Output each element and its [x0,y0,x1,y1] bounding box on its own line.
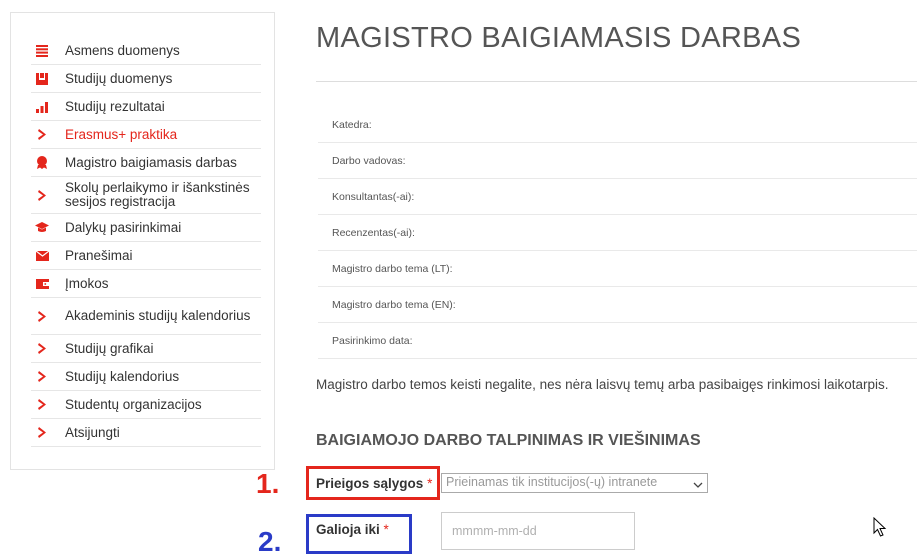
field-tema-en: Magistro darbo tema (EN): [318,287,917,323]
sidebar-item-label: Atsijungti [65,424,120,440]
access-select[interactable]: Prieinamas tik institucijos(-ų) intranet… [441,473,708,493]
graduation-cap-icon [35,221,49,235]
sidebar-item-studiju-duomenys[interactable]: Studijų duomenys [31,65,261,93]
sidebar-item-atsijungti[interactable]: Atsijungti [31,419,261,447]
sidebar-item-label: Asmens duomenys [65,42,180,58]
field-katedra: Katedra: [318,107,917,143]
sidebar-item-skolu-perlaikymo[interactable]: Skolų perlaikymo ir išankstinės sesijos … [31,177,261,214]
mouse-cursor-icon [873,516,887,542]
sidebar-item-studentu-organizacijos[interactable]: Studentų organizacijos [31,391,261,419]
sidebar-item-label: Studijų rezultatai [65,98,165,114]
chevron-right-icon [35,370,49,384]
sidebar-item-label: Studijų kalendorius [65,368,180,384]
field-tema-lt: Magistro darbo tema (LT): [318,251,917,287]
bar-chart-icon [35,100,49,114]
sidebar-item-label: Studijų duomenys [65,70,173,86]
section-title: BAIGIAMOJO DARBO TALPINIMAS IR VIEŠINIMA… [316,432,701,449]
sidebar-item-label: Akademinis studijų kalendorius [65,308,251,323]
book-icon [35,72,49,86]
chevron-down-icon [693,478,703,492]
page-title: MAGISTRO BAIGIAMASIS DARBAS [316,22,802,54]
sidebar-item-studiju-rezultatai[interactable]: Studijų rezultatai [31,93,261,121]
wallet-icon [35,277,49,291]
sidebar-item-asmens-duomenys[interactable]: Asmens duomenys [31,37,261,65]
required-mark: * [427,476,433,491]
chevron-right-icon [35,342,49,356]
chevron-right-icon [35,188,49,202]
envelope-icon [35,249,49,263]
sidebar-item-label: Skolų perlaikymo ir išankstinės sesijos … [65,180,250,209]
access-label-text: Prieigos sąlygos [316,476,424,491]
sidebar-item-erasmus-praktika[interactable]: Erasmus+ praktika [31,121,261,149]
valid-until-label-text: Galioja iki [316,522,380,537]
access-label: Prieigos sąlygos * [316,476,432,491]
field-konsultantas: Konsultantas(-ai): [318,179,917,215]
sidebar-item-pranesimai[interactable]: Pranešimai [31,242,261,270]
sidebar-item-label: Pranešimai [65,247,133,263]
sidebar-item-studiju-kalendorius[interactable]: Studijų kalendorius [31,363,261,391]
award-icon [35,156,49,170]
field-darbo-vadovas: Darbo vadovas: [318,143,917,179]
sidebar-item-magistro-baigiamasis-darbas[interactable]: Magistro baigiamasis darbas [31,149,261,177]
divider [316,81,917,82]
sidebar-item-studiju-grafikai[interactable]: Studijų grafikai [31,335,261,363]
sidebar-item-label: Magistro baigiamasis darbas [65,154,237,170]
sidebar-item-label: Dalykų pasirinkimai [65,219,182,235]
sidebar-item-imokos[interactable]: Įmokos [31,270,261,298]
notice-text: Magistro darbo temos keisti negalite, ne… [316,377,889,392]
access-select-value: Prieinamas tik institucijos(-ų) intranet… [446,475,658,489]
sidebar-menu: Asmens duomenys Studijų duomenys Studijų… [31,37,261,447]
valid-until-label: Galioja iki * [316,522,389,537]
annotation-marker-2: 2. [258,526,282,557]
list-icon [35,44,49,58]
sidebar-item-label: Erasmus+ praktika [65,126,178,142]
field-recenzentas: Recenzentas(-ai): [318,215,917,251]
chevron-right-icon [35,426,49,440]
sidebar-item-label: Studentų organizacijos [65,396,202,412]
valid-until-date-input[interactable] [441,512,635,550]
sidebar-item-label: Studijų grafikai [65,340,154,356]
chevron-right-icon [35,398,49,412]
sidebar-item-akademinis-kalendorius[interactable]: Akademinis studijų kalendorius [31,298,261,335]
sidebar-item-dalyku-pasirinkimai[interactable]: Dalykų pasirinkimai [31,214,261,242]
thesis-info-list: Katedra: Darbo vadovas: Konsultantas(-ai… [318,107,917,359]
required-mark: * [383,522,389,537]
chevron-right-icon [35,128,49,142]
sidebar-item-label: Įmokos [65,275,109,291]
field-pasirinkimo-data: Pasirinkimo data: [318,323,917,359]
sidebar: Asmens duomenys Studijų duomenys Studijų… [10,12,275,470]
chevron-right-icon [35,309,49,323]
annotation-marker-1: 1. [256,468,280,499]
